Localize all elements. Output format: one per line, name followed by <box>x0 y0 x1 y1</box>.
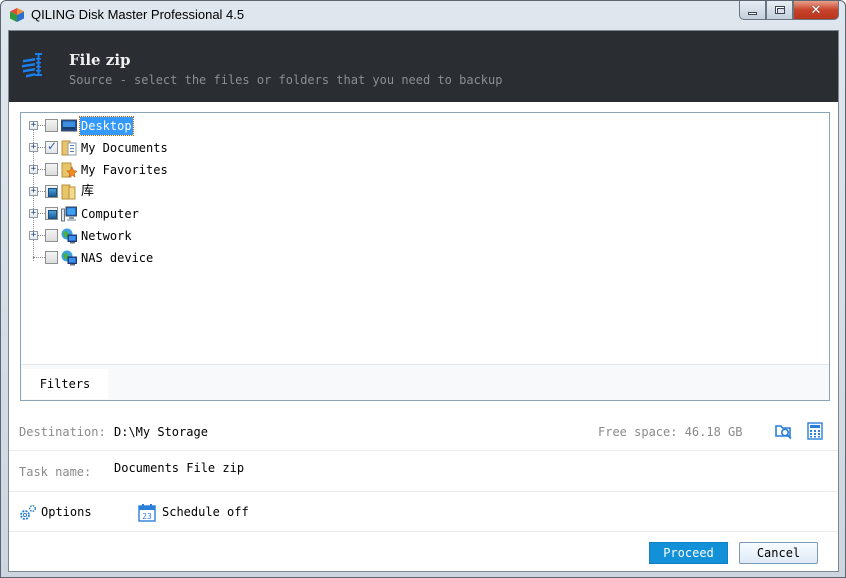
schedule-button[interactable]: 23 Schedule off <box>138 503 258 523</box>
tree-item-network[interactable]: + Network <box>21 226 421 246</box>
tree-item-library[interactable]: + 库 <box>21 182 421 202</box>
task-name-label: Task name: <box>19 465 92 479</box>
desktop-icon <box>61 119 77 132</box>
tree-checkbox[interactable] <box>45 185 58 198</box>
tree-item-label[interactable]: My Favorites <box>80 161 169 179</box>
expand-icon[interactable]: + <box>29 143 38 152</box>
options-button[interactable]: Options <box>19 504 99 522</box>
app-logo-icon <box>10 8 24 22</box>
expand-icon[interactable]: + <box>29 121 38 130</box>
tree-item-my-favorites[interactable]: + My Favorites <box>21 160 421 180</box>
tree-connector <box>38 235 45 236</box>
browse-folder-icon[interactable] <box>775 422 793 440</box>
expand-icon[interactable]: + <box>29 165 38 174</box>
maximize-icon <box>774 6 785 14</box>
maximize-button[interactable] <box>766 1 793 20</box>
task-name-input[interactable]: Documents File zip <box>114 461 244 475</box>
wizard-header: File zip Source - select the files or fo… <box>9 31 838 102</box>
close-button[interactable]: ✕ <box>793 1 839 20</box>
tree-connector <box>38 169 45 170</box>
tree-item-label[interactable]: My Documents <box>80 139 169 157</box>
expand-icon[interactable]: + <box>29 209 38 218</box>
proceed-button[interactable]: Proceed <box>649 542 728 564</box>
expand-icon[interactable]: + <box>29 187 38 196</box>
expand-icon[interactable]: + <box>29 231 38 240</box>
network-icon <box>61 228 77 244</box>
tree-item-computer[interactable]: + Computer <box>21 204 421 224</box>
page-title: File zip <box>69 51 131 69</box>
tree-checkbox[interactable] <box>45 229 58 242</box>
file-zip-icon <box>22 53 42 78</box>
tree-item-label[interactable]: 库 <box>80 183 95 201</box>
tree-checkbox[interactable] <box>45 251 58 264</box>
tree-connector <box>38 125 45 126</box>
library-folder-icon <box>61 184 76 200</box>
destination-path[interactable]: D:\My Storage <box>114 425 208 439</box>
tree-item-nas-device[interactable]: NAS device <box>21 246 421 268</box>
filters-button[interactable]: Filters <box>22 369 108 399</box>
gears-icon <box>20 505 36 520</box>
tree-connector <box>38 213 45 214</box>
nas-icon <box>61 250 77 266</box>
tree-connector <box>38 147 45 148</box>
tree-item-label[interactable]: NAS device <box>80 249 154 267</box>
tree-checkbox[interactable] <box>45 163 58 176</box>
tree-item-label[interactable]: Network <box>80 227 133 245</box>
source-tree-panel: + Desktop + ✓ My Documents + My Favorite… <box>20 112 830 401</box>
calendar-icon: 23 <box>138 504 156 522</box>
dialog-content: File zip Source - select the files or fo… <box>8 30 839 572</box>
free-space-text: Free space: 46.18 GB <box>598 425 743 439</box>
tree-checkbox[interactable] <box>45 207 58 220</box>
cancel-button[interactable]: Cancel <box>739 542 818 564</box>
window-title: QILING Disk Master Professional 4.5 <box>31 7 245 22</box>
tree-connector <box>33 257 45 258</box>
filters-bar: Filters <box>21 364 829 400</box>
options-label: Options <box>41 505 92 519</box>
title-bar[interactable]: QILING Disk Master Professional 4.5 ✕ <box>1 1 846 29</box>
tree-item-label[interactable]: Desktop <box>79 116 134 136</box>
source-tree: + Desktop + ✓ My Documents + My Favorite… <box>21 113 829 364</box>
minimize-button[interactable] <box>739 1 766 20</box>
calendar-day-text: 23 <box>142 512 152 521</box>
tree-checkbox[interactable] <box>45 119 58 132</box>
tree-connector <box>38 191 45 192</box>
window-controls: ✕ <box>739 1 839 21</box>
calculator-icon[interactable] <box>806 422 824 440</box>
documents-folder-icon <box>61 140 77 156</box>
close-icon: ✕ <box>810 2 822 18</box>
tree-checkbox[interactable] <box>45 139 58 154</box>
app-window: QILING Disk Master Professional 4.5 ✕ Fi… <box>0 0 846 578</box>
task-name-row: Task name: Documents File zip <box>9 452 838 492</box>
favorites-folder-icon <box>61 162 77 178</box>
page-subtitle: Source - select the files or folders tha… <box>69 73 503 87</box>
destination-label: Destination: <box>19 425 106 439</box>
schedule-label: Schedule off <box>162 505 249 519</box>
options-row: Options 23 Schedule off <box>9 493 838 532</box>
tree-item-desktop[interactable]: + Desktop <box>21 116 421 136</box>
tree-item-my-documents[interactable]: + My Documents <box>21 138 421 158</box>
minimize-icon <box>748 11 757 15</box>
destination-row: Destination: D:\My Storage Free space: 4… <box>9 411 838 451</box>
tree-connector <box>33 246 34 257</box>
computer-icon <box>61 206 77 222</box>
tree-item-label[interactable]: Computer <box>80 205 140 223</box>
